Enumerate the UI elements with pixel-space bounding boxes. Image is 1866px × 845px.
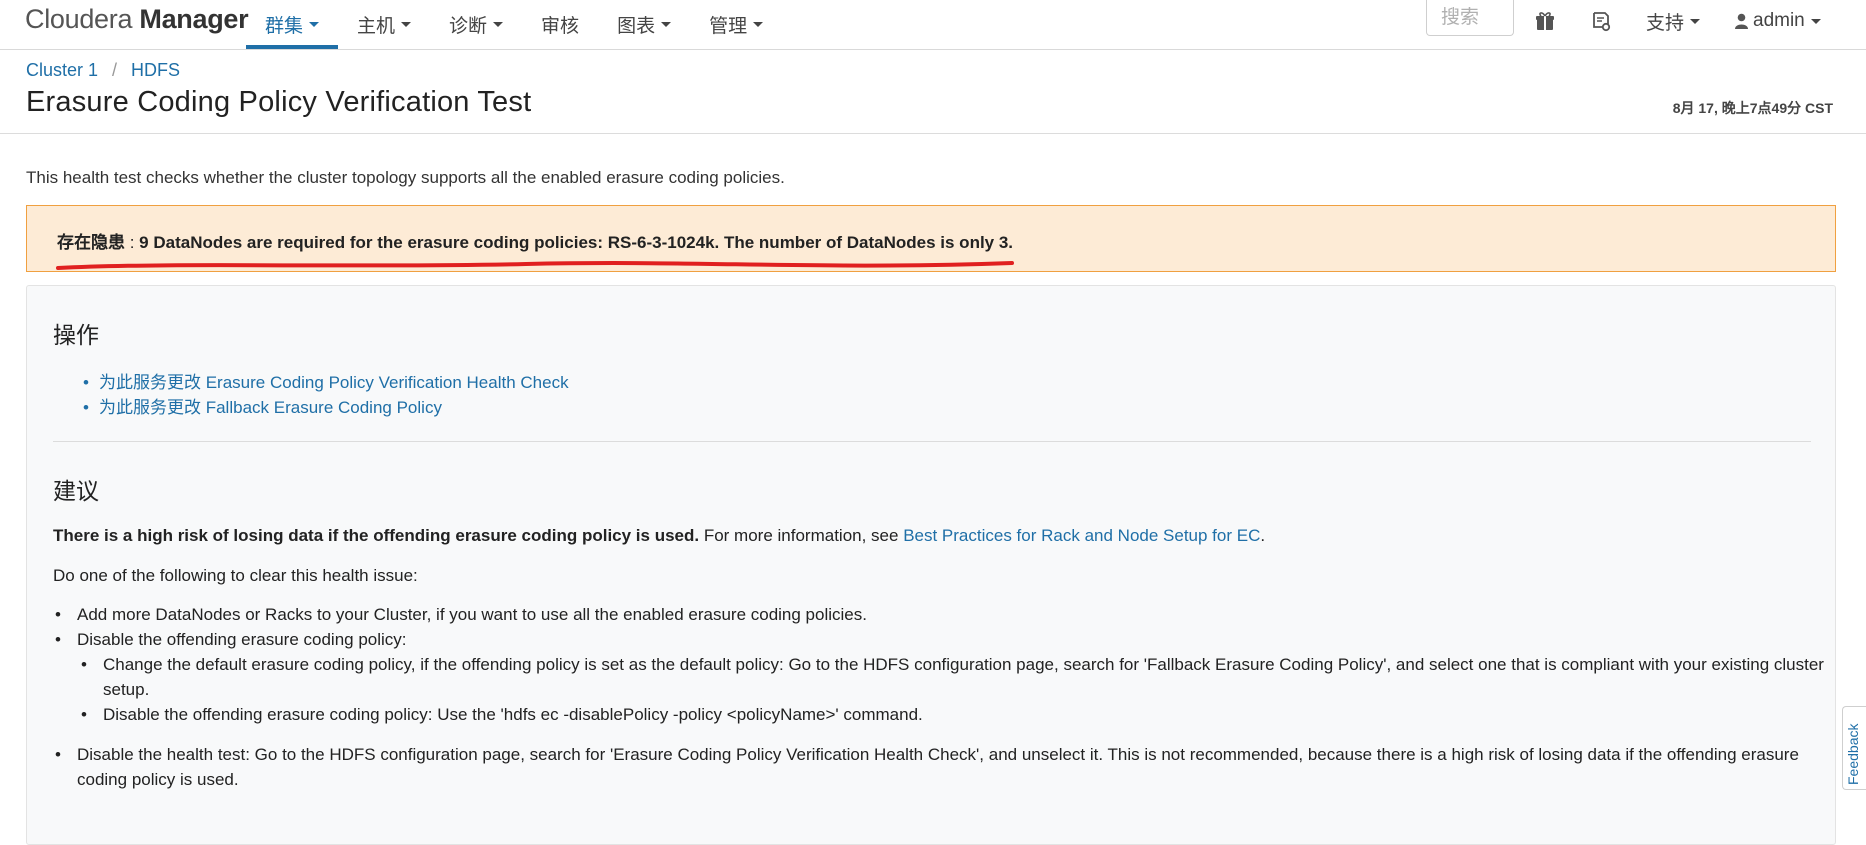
do-one-text: Do one of the following to clear this he…: [53, 566, 418, 585]
support-menu[interactable]: 支持: [1646, 0, 1701, 42]
breadcrumb: Cluster 1 / HDFS: [26, 60, 180, 81]
intro-text: This health test checks whether the clus…: [26, 168, 785, 187]
gift-icon[interactable]: [1533, 9, 1557, 33]
chevron-down-icon: [753, 22, 764, 27]
alert-separator: :: [125, 233, 140, 252]
list-item: 为此服务更改 Erasure Coding Policy Verificatio…: [99, 370, 569, 395]
risk-bold-text: There is a high risk of losing data if t…: [53, 526, 700, 545]
search-input[interactable]: [1426, 0, 1514, 36]
nav-label: 群集: [265, 16, 304, 37]
advice-title: 建议: [53, 478, 99, 504]
risk-end-text: .: [1260, 526, 1266, 545]
page-title: Erasure Coding Policy Verification Test: [26, 86, 532, 118]
main-nav: 群集 主机 诊断 审核 图表 管理: [246, 0, 782, 49]
breadcrumb-cluster-link[interactable]: Cluster 1: [26, 60, 98, 80]
nav-label: 图表: [617, 16, 656, 37]
advice-sub-2: Disable the offending erasure coding pol…: [103, 705, 923, 724]
list-item: Add more DataNodes or Racks to your Clus…: [53, 602, 1837, 627]
details-panel: 操作 为此服务更改 Erasure Coding Policy Verifica…: [26, 285, 1836, 845]
nav-item-audits[interactable]: 审核: [522, 0, 598, 49]
brand-prefix: Cloudera: [25, 4, 133, 34]
parcel-icon[interactable]: [1589, 9, 1613, 33]
nav-item-charts[interactable]: 图表: [598, 0, 690, 49]
actions-list: 为此服务更改 Erasure Coding Policy Verificatio…: [99, 370, 569, 420]
list-item: Disable the offending erasure coding pol…: [53, 702, 1837, 727]
chevron-down-icon: [1810, 18, 1821, 24]
nav-item-hosts[interactable]: 主机: [338, 0, 430, 49]
actions-title: 操作: [53, 322, 99, 348]
advice-item-3: Disable the health test: Go to the HDFS …: [77, 745, 1799, 789]
advice-list-2: Disable the health test: Go to the HDFS …: [53, 742, 1811, 792]
change-ec-health-check-link[interactable]: 为此服务更改 Erasure Coding Policy Verificatio…: [99, 373, 569, 392]
top-navbar: Cloudera Manager 群集 主机 诊断 审核 图表 管理 搜索 支持…: [0, 0, 1866, 50]
user-icon: [1735, 13, 1748, 29]
alert-message: 9 DataNodes are required for the erasure…: [139, 233, 1014, 252]
breadcrumb-hdfs-link[interactable]: HDFS: [131, 60, 180, 80]
list-item: Disable the offending erasure coding pol…: [53, 627, 1837, 652]
red-annotation-underline: [56, 261, 1014, 270]
list-item: Change the default erasure coding policy…: [53, 652, 1837, 702]
list-item: 为此服务更改 Fallback Erasure Coding Policy: [99, 395, 569, 420]
chevron-down-icon: [401, 22, 412, 27]
advice-list: Add more DataNodes or Racks to your Clus…: [53, 602, 1837, 652]
list-item: Disable the health test: Go to the HDFS …: [53, 742, 1811, 792]
advice-item-2: Disable the offending erasure coding pol…: [77, 630, 407, 649]
advice-item-1: Add more DataNodes or Racks to your Clus…: [77, 605, 867, 624]
support-label: 支持: [1646, 12, 1685, 34]
chevron-down-icon: [309, 22, 320, 27]
chevron-down-icon: [1690, 18, 1701, 24]
feedback-tab[interactable]: Feedback: [1842, 706, 1866, 790]
nav-item-administration[interactable]: 管理: [690, 0, 782, 49]
nav-item-diagnostics[interactable]: 诊断: [430, 0, 522, 49]
chevron-down-icon: [493, 22, 504, 27]
risk-more-text: For more information, see: [699, 526, 904, 545]
best-practices-link[interactable]: Best Practices for Rack and Node Setup f…: [903, 526, 1260, 545]
header-divider: [0, 133, 1866, 134]
section-divider: [53, 441, 1811, 442]
advice-sub-1: Change the default erasure coding policy…: [103, 655, 1824, 699]
user-label: admin: [1753, 10, 1805, 31]
alert-label: 存在隐患: [57, 233, 125, 252]
breadcrumb-separator: /: [112, 60, 118, 80]
timestamp: 8月 17, 晚上7点49分 CST: [1672, 100, 1833, 116]
nav-item-clusters[interactable]: 群集: [246, 0, 339, 49]
nav-label: 诊断: [449, 16, 488, 37]
nav-label: 审核: [541, 16, 580, 37]
user-menu[interactable]: admin: [1735, 0, 1821, 42]
advice-sublist: Change the default erasure coding policy…: [53, 652, 1837, 727]
brand-logo[interactable]: Cloudera Manager: [25, 4, 249, 35]
nav-label: 主机: [357, 16, 396, 37]
change-fallback-ec-policy-link[interactable]: 为此服务更改 Fallback Erasure Coding Policy: [99, 398, 442, 417]
chevron-down-icon: [661, 22, 672, 27]
feedback-label: Feedback: [1845, 723, 1861, 785]
brand-name: Manager: [139, 4, 249, 34]
risk-paragraph: There is a high risk of losing data if t…: [53, 526, 1265, 546]
nav-label: 管理: [709, 16, 748, 37]
